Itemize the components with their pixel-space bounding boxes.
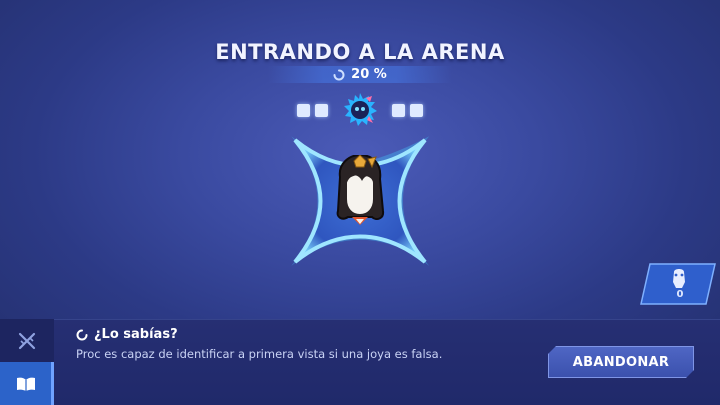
team-slot xyxy=(315,103,328,117)
progress-percent: 20 % xyxy=(351,67,387,82)
side-tabs xyxy=(0,319,54,405)
crossed-swords-icon xyxy=(18,332,36,349)
character-avatar-icon xyxy=(336,155,385,225)
tip-text: Proc es capaz de identificar a primera v… xyxy=(76,347,443,361)
loading-spinner-icon xyxy=(333,69,345,80)
tip-heading: ¿Lo sabías? xyxy=(76,327,178,342)
team-slot xyxy=(392,103,405,117)
team-slots xyxy=(0,92,720,128)
progress-indicator: 20 % xyxy=(0,66,720,83)
abandon-button[interactable]: ABANDONAR xyxy=(548,346,694,378)
tab-battle[interactable] xyxy=(0,319,54,362)
spectator-count: 0 xyxy=(676,289,684,300)
loading-spinner-icon xyxy=(76,329,88,340)
spiky-mascot-icon xyxy=(344,93,377,126)
screen-title: ENTRANDO A LA ARENA xyxy=(215,40,505,64)
tab-tips[interactable] xyxy=(0,362,54,405)
tip-heading-text: ¿Lo sabías? xyxy=(94,327,178,342)
character-silhouette-icon xyxy=(673,269,685,288)
team-slot xyxy=(297,103,310,117)
book-icon xyxy=(16,377,35,391)
team-slot xyxy=(410,103,423,117)
